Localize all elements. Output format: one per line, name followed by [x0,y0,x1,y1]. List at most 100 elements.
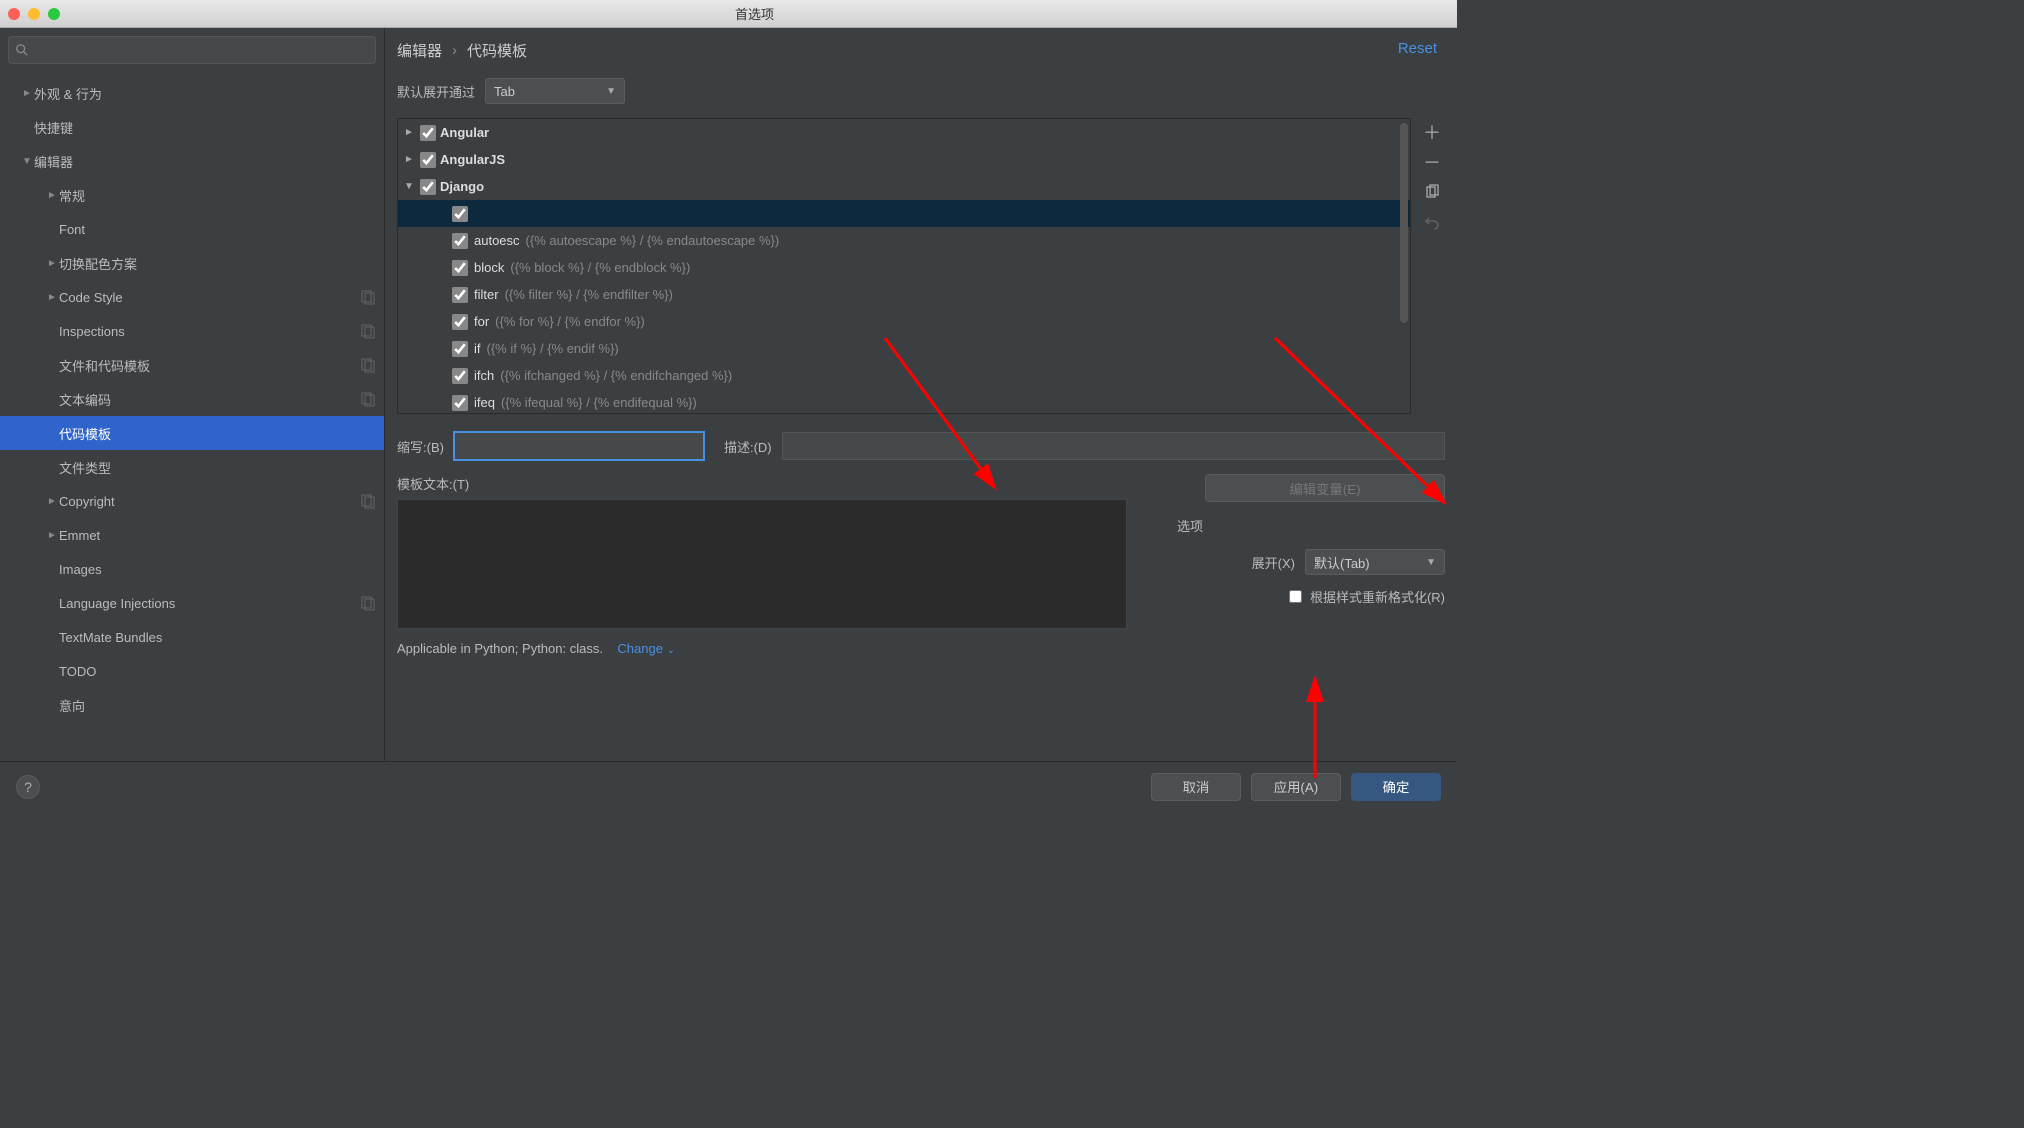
description-input[interactable] [782,432,1445,460]
help-button[interactable]: ? [16,775,40,799]
template-abbr: ifch [474,368,494,383]
sidebar-item[interactable]: 代码模板 [0,416,384,450]
ok-button[interactable]: 确定 [1351,773,1441,801]
sidebar-item[interactable]: 意向 [0,688,384,722]
add-template-button[interactable]: ＋ [1422,122,1442,142]
template-group[interactable]: ►Angular [398,119,1410,146]
template-checkbox[interactable] [452,314,468,330]
chevron-down-icon: ▼ [606,86,616,97]
sidebar-item-label: 文本编码 [59,390,360,409]
titlebar: 首选项 [0,0,1457,28]
remove-template-button[interactable]: － [1422,152,1442,172]
cancel-button[interactable]: 取消 [1151,773,1241,801]
sidebar-item[interactable]: ►Copyright [0,484,384,518]
template-item[interactable]: block({% block %} / {% endblock %}) [398,254,1410,281]
sidebar-item[interactable]: ►外观 & 行为 [0,76,384,110]
search-input[interactable] [8,36,376,64]
chevron-down-icon: ⌄ [667,645,675,656]
group-name: Angular [440,125,489,140]
group-name: AngularJS [440,152,505,167]
reformat-checkbox[interactable] [1289,590,1302,603]
expand-arrow-icon: ► [45,530,59,541]
sidebar-item[interactable]: TODO [0,654,384,688]
breadcrumb: 编辑器 › 代码模板 [397,28,1445,72]
sidebar-item[interactable]: ▼编辑器 [0,144,384,178]
sidebar-item[interactable]: 文件类型 [0,450,384,484]
expand-by-select[interactable]: Tab ▼ [485,78,625,104]
template-checkbox[interactable] [452,260,468,276]
sidebar-item[interactable]: ►常规 [0,178,384,212]
template-checkbox[interactable] [452,206,468,222]
template-checkbox[interactable] [452,368,468,384]
template-desc: ({% for %} / {% endfor %}) [495,314,645,329]
expand-arrow-icon: ► [45,258,59,269]
template-text-area[interactable] [397,499,1127,629]
template-checkbox[interactable] [452,233,468,249]
sidebar-item[interactable]: ►Code Style [0,280,384,314]
sidebar-item-label: 文件和代码模板 [59,356,360,375]
template-checkbox[interactable] [452,287,468,303]
sidebar-item[interactable]: 快捷键 [0,110,384,144]
sidebar-item[interactable]: Inspections [0,314,384,348]
sidebar-item-label: Code Style [59,290,360,305]
sidebar-item[interactable]: ►Emmet [0,518,384,552]
breadcrumb-root[interactable]: 编辑器 [397,40,442,61]
template-item[interactable]: filter({% filter %} / {% endfilter %}) [398,281,1410,308]
template-item[interactable]: autoesc({% autoescape %} / {% endautoesc… [398,227,1410,254]
group-name: Django [440,179,484,194]
scope-icon [360,595,376,611]
sidebar-item[interactable]: 文本编码 [0,382,384,416]
expand-by-label: 默认展开通过 [397,82,475,101]
sidebar-item-label: Images [59,562,376,577]
template-abbr: autoesc [474,233,520,248]
template-item[interactable]: ifch ({% ifchanged %} / {% endifchanged %… [398,362,1410,389]
breadcrumb-current: 代码模板 [467,40,527,61]
change-context-link[interactable]: Change ⌄ [617,641,675,656]
minimize-window-button[interactable] [28,8,40,20]
reformat-label: 根据样式重新格式化(R) [1310,587,1445,606]
template-group[interactable]: ▼Django [398,173,1410,200]
abbreviation-label: 缩写:(B) [397,437,444,456]
template-desc: ({% ifchanged %} / {% endifchanged %}) [500,368,732,383]
template-desc: ({% filter %} / {% endfilter %}) [505,287,673,302]
breadcrumb-separator: › [452,42,457,59]
template-checkbox[interactable] [452,395,468,411]
template-item[interactable]: if({% if %} / {% endif %}) [398,335,1410,362]
sidebar-item[interactable]: Language Injections [0,586,384,620]
sidebar-item[interactable]: ►切换配色方案 [0,246,384,280]
sidebar-item-label: 文件类型 [59,458,376,477]
group-checkbox[interactable] [420,125,436,141]
template-item[interactable]: for({% for %} / {% endfor %}) [398,308,1410,335]
group-checkbox[interactable] [420,152,436,168]
scope-icon [360,493,376,509]
sidebar-item[interactable]: 文件和代码模板 [0,348,384,382]
dialog-footer: ? 取消 应用(A) 确定 [0,761,1457,811]
expand-arrow-icon: ► [45,496,59,507]
group-checkbox[interactable] [420,179,436,195]
maximize-window-button[interactable] [48,8,60,20]
template-checkbox[interactable] [452,341,468,357]
window-title: 首选项 [60,4,1449,23]
sidebar-item[interactable]: Images [0,552,384,586]
template-group[interactable]: ►AngularJS [398,146,1410,173]
apply-button[interactable]: 应用(A) [1251,773,1341,801]
undo-button[interactable] [1422,212,1442,232]
template-item-new[interactable] [398,200,1410,227]
chevron-down-icon: ▼ [1426,557,1436,568]
expand-arrow-icon: ► [45,292,59,303]
abbreviation-input[interactable] [454,432,704,460]
template-list[interactable]: ►Angular►AngularJS▼Django autoesc({% auto… [397,118,1411,414]
close-window-button[interactable] [8,8,20,20]
sidebar-item-label: 常规 [59,186,376,205]
scrollbar-thumb[interactable] [1400,123,1408,323]
content-panel: 编辑器 › 代码模板 Reset 默认展开通过 Tab ▼ ►Angular►A… [385,28,1457,761]
sidebar-item[interactable]: Font [0,212,384,246]
expand-with-select[interactable]: 默认(Tab) ▼ [1305,549,1445,575]
template-item[interactable]: ifeq({% ifequal %} / {% endifequal %}) [398,389,1410,414]
edit-variables-button[interactable]: 编辑变量(E) [1205,474,1445,502]
sidebar: ►外观 & 行为快捷键▼编辑器►常规Font►切换配色方案►Code Style… [0,28,385,761]
sidebar-item-label: TODO [59,664,376,679]
sidebar-item[interactable]: TextMate Bundles [0,620,384,654]
copy-template-button[interactable] [1422,182,1442,202]
reset-link[interactable]: Reset [1398,40,1437,57]
